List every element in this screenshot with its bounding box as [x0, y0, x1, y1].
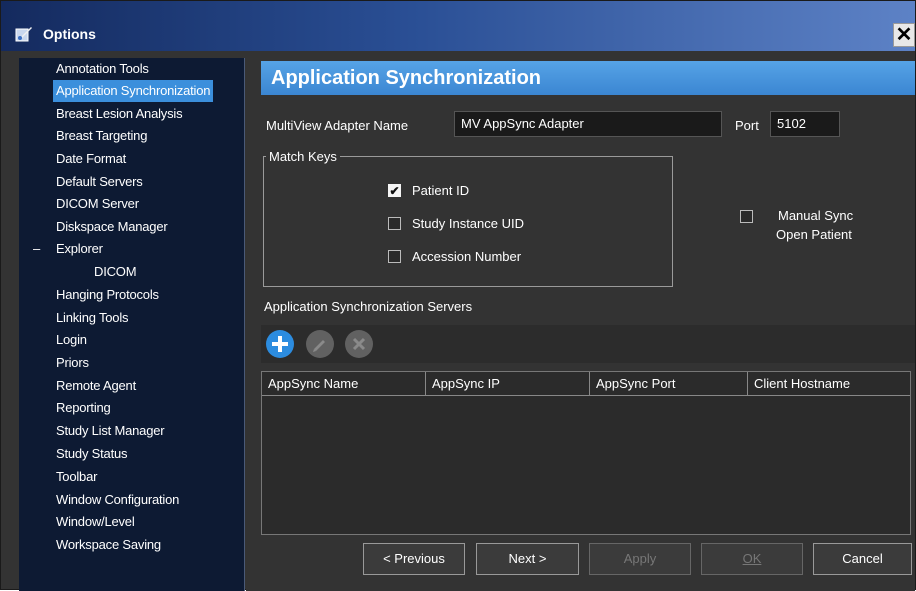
accession-number-checkbox[interactable] [388, 250, 401, 263]
tree-item-toolbar[interactable]: Toolbar [53, 466, 100, 488]
accession-number-label: Accession Number [412, 249, 522, 264]
manual-sync-checkbox[interactable] [740, 210, 753, 223]
tree-item-remote-agent[interactable]: Remote Agent [53, 375, 139, 397]
adapter-name-label: MultiView Adapter Name [266, 118, 409, 133]
tree-item-study-list-manager[interactable]: Study List Manager [53, 420, 167, 442]
column-appsync-port[interactable]: AppSync Port [590, 372, 748, 396]
settings-panel: Application Synchronization MultiView Ad… [246, 58, 915, 591]
title-bar: Options ✕ [1, 1, 915, 51]
servers-toolbar [261, 325, 915, 363]
adapter-name-input[interactable]: MV AppSync Adapter [454, 111, 722, 137]
previous-button[interactable]: < Previous [363, 543, 465, 575]
tree-item-study-status[interactable]: Study Status [53, 443, 130, 465]
tree-item-hanging-protocols[interactable]: Hanging Protocols [53, 284, 162, 306]
patient-id-label: Patient ID [412, 183, 470, 198]
tree-item-reporting[interactable]: Reporting [53, 397, 114, 419]
servers-section-label: Application Synchronization Servers [264, 299, 473, 314]
options-window: Options ✕ Annotation Tools Application S… [0, 0, 916, 591]
port-label: Port [735, 118, 759, 133]
column-appsync-ip[interactable]: AppSync IP [426, 372, 590, 396]
patient-id-checkbox[interactable]: ✔ [388, 184, 401, 197]
edit-server-button[interactable] [306, 330, 334, 358]
remove-icon [352, 337, 366, 351]
collapse-icon[interactable]: – [33, 238, 43, 260]
match-keys-title: Match Keys [266, 149, 340, 164]
tree-item-window-configuration[interactable]: Window Configuration [53, 489, 182, 511]
tree-item-dicom-server[interactable]: DICOM Server [53, 193, 142, 215]
app-icon [15, 27, 32, 42]
port-input[interactable]: 5102 [770, 111, 840, 137]
tree-item-breast-targeting[interactable]: Breast Targeting [53, 125, 150, 147]
tree-item-linking-tools[interactable]: Linking Tools [53, 307, 131, 329]
tree-item-date-format[interactable]: Date Format [53, 148, 129, 170]
edit-icon [313, 340, 325, 352]
close-button[interactable]: ✕ [893, 23, 915, 47]
cancel-button[interactable]: Cancel [813, 543, 912, 575]
remove-server-button[interactable] [345, 330, 373, 358]
manual-sync-label: Manual Sync [778, 208, 854, 223]
check-icon: ✔ [389, 184, 400, 198]
tree-item-explorer[interactable]: Explorer [53, 238, 106, 260]
tree-item-annotation-tools[interactable]: Annotation Tools [53, 58, 152, 80]
tree-item-application-synchronization[interactable]: Application Synchronization [53, 80, 214, 102]
tree-item-breast-lesion-analysis[interactable]: Breast Lesion Analysis [53, 103, 185, 125]
close-icon: ✕ [895, 24, 913, 46]
page-title: Application Synchronization [271, 67, 542, 89]
next-button[interactable]: Next > [476, 543, 579, 575]
tree-item-priors[interactable]: Priors [53, 352, 92, 374]
window-title: Options [43, 26, 96, 42]
tree-item-default-servers[interactable]: Default Servers [53, 171, 146, 193]
column-appsync-name[interactable]: AppSync Name [262, 372, 426, 396]
apply-button[interactable]: Apply [589, 543, 691, 575]
study-instance-uid-label: Study Instance UID [412, 216, 524, 231]
tree-item-explorer-dicom[interactable]: DICOM [91, 261, 139, 283]
panel-header: Application Synchronization [261, 61, 915, 95]
add-server-button[interactable] [266, 330, 294, 358]
study-instance-uid-checkbox[interactable] [388, 217, 401, 230]
options-tree: Annotation Tools Application Synchroniza… [19, 58, 245, 591]
add-icon [272, 336, 288, 352]
ok-button[interactable]: OK [701, 543, 803, 575]
tree-item-window-level[interactable]: Window/Level [53, 511, 138, 533]
servers-table[interactable]: AppSync Name AppSync IP AppSync Port Cli… [261, 371, 911, 535]
open-patient-label: Open Patient [776, 227, 852, 242]
column-client-hostname[interactable]: Client Hostname [748, 372, 910, 396]
tree-item-workspace-saving[interactable]: Workspace Saving [53, 534, 164, 556]
tree-item-login[interactable]: Login [53, 329, 90, 351]
tree-item-diskspace-manager[interactable]: Diskspace Manager [53, 216, 171, 238]
